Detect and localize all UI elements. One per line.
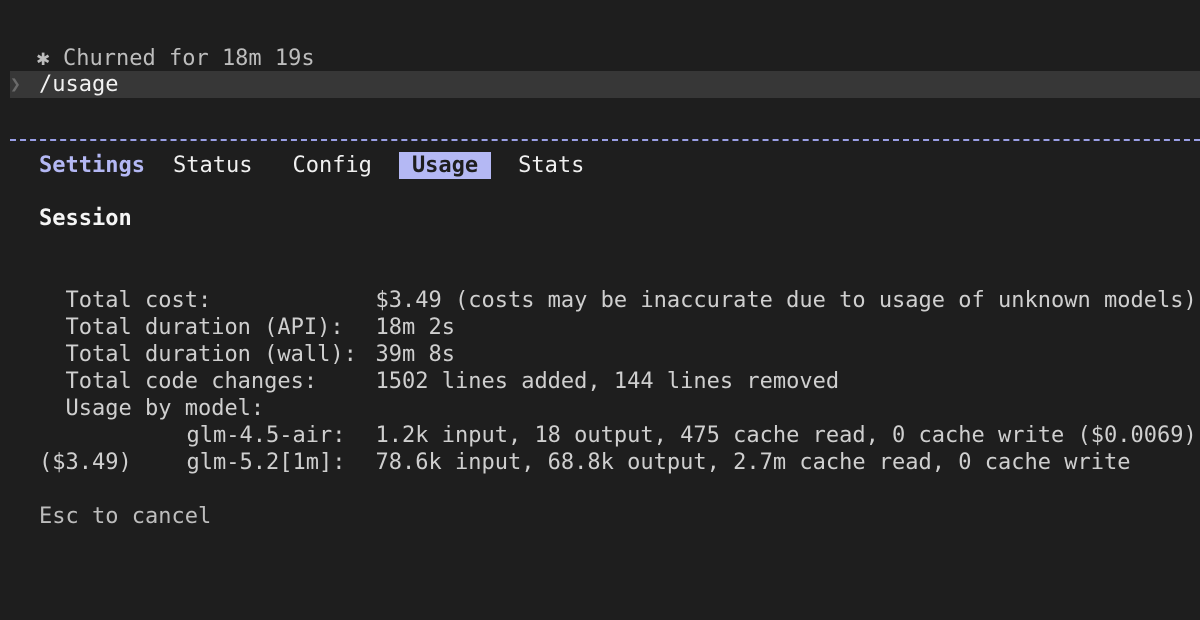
model-usage-wrapped-cost: ($3.49) [39, 450, 132, 475]
code-changes-value: 1502 lines added, 144 lines removed [375, 369, 840, 394]
total-cost-value: $3.49 (costs may be inaccurate due to us… [375, 288, 1197, 313]
status-text: Churned for 18m 19s [63, 46, 315, 71]
tab-status[interactable]: Status [173, 152, 265, 179]
esc-cancel-hint: Esc to cancel [39, 504, 212, 529]
prompt-input-bar[interactable] [10, 71, 1200, 98]
model-name: glm-5.2[1m]: [186, 450, 346, 475]
panel-divider [10, 139, 1200, 141]
tab-usage[interactable]: Usage [398, 152, 492, 179]
spinner-icon: ✱ [36, 46, 50, 71]
session-heading: Session [39, 206, 132, 231]
prompt-command-text[interactable]: /usage [39, 71, 118, 98]
prompt-caret-icon: ❯ [10, 74, 21, 95]
model-usage-row: glm-5.2[1m]: 78.6k input, 68.8k output, 2… [160, 422, 1131, 476]
settings-title: Settings [39, 153, 145, 178]
status-line: ✱ Churned for 18m 19s [10, 18, 315, 71]
settings-tab-bar: Settings Status Config Usage Stats [39, 152, 611, 179]
tab-stats[interactable]: Stats [505, 152, 597, 179]
tab-config[interactable]: Config [279, 152, 384, 179]
model-usage-value: 78.6k input, 68.8k output, 2.7m cache re… [375, 450, 1131, 475]
